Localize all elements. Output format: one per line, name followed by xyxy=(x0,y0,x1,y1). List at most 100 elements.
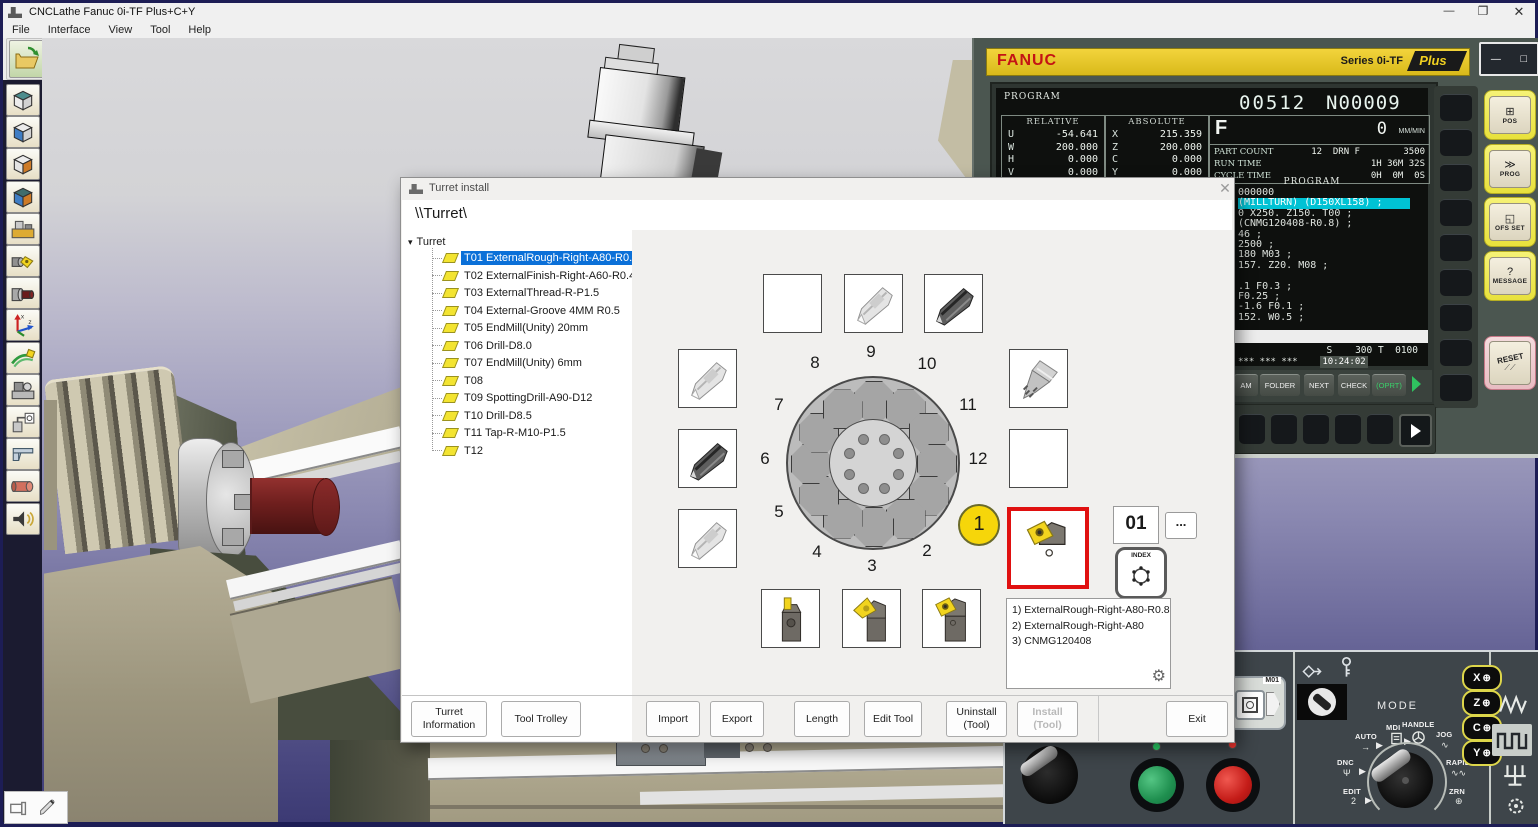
reset-key[interactable]: RESET⟋⟋ xyxy=(1484,336,1536,390)
tree-collapse-icon[interactable]: ▾ xyxy=(408,237,413,248)
panel-maximize-icon[interactable]: □ xyxy=(1521,53,1528,65)
panel-key[interactable] xyxy=(1440,164,1472,191)
tool-slot-10[interactable] xyxy=(924,274,983,333)
tool-slot-9[interactable] xyxy=(844,274,903,333)
menu-interface[interactable]: Interface xyxy=(39,23,100,37)
tool-slot-6[interactable] xyxy=(678,429,737,488)
square-wave-key[interactable] xyxy=(1492,724,1532,756)
button-import[interactable]: Import xyxy=(646,701,700,737)
browse-button[interactable]: ... xyxy=(1165,512,1197,539)
tool-slot-5[interactable] xyxy=(678,509,737,568)
fkey-ofs-set[interactable]: ◱OFS SET xyxy=(1484,197,1536,247)
mode-dial[interactable] xyxy=(1377,752,1433,808)
mode-jog[interactable]: JOG xyxy=(1436,730,1452,739)
sidebar-machine-view[interactable] xyxy=(6,213,40,245)
tree-item[interactable]: T09 SpottingDrill-A90-D12 xyxy=(432,390,595,406)
button-length[interactable]: Length xyxy=(794,701,850,737)
axis-key-x[interactable]: X⊕ xyxy=(1462,665,1502,691)
button-edit-tool[interactable]: Edit Tool xyxy=(864,701,922,737)
fkey-message[interactable]: ?MESSAGE xyxy=(1484,251,1536,301)
softkey-oprt[interactable]: (OPRT) xyxy=(1372,374,1406,396)
sidebar-chuck-workpiece-view[interactable] xyxy=(6,277,40,309)
tool-slot-4[interactable] xyxy=(761,589,820,648)
button-turret-information[interactable]: Turret Information xyxy=(411,701,487,737)
maximize-button[interactable]: ❐ xyxy=(1469,4,1497,19)
sidebar-workpiece-cylinder[interactable] xyxy=(6,470,40,502)
softkey-check[interactable]: CHECK xyxy=(1338,374,1370,396)
mdi-key[interactable] xyxy=(1271,414,1297,444)
tree-item[interactable]: T08 xyxy=(432,373,486,389)
cycle-start-button[interactable] xyxy=(1130,758,1184,812)
sidebar-machine-turret-view[interactable] xyxy=(6,374,40,406)
panel-key[interactable] xyxy=(1440,339,1472,366)
dialog-close-icon[interactable]: ✕ xyxy=(1215,180,1235,198)
tree-item[interactable]: T05 EndMill(Unity) 20mm xyxy=(432,320,591,336)
sidebar-measure-caliper[interactable] xyxy=(6,438,40,470)
m01-optional-stop[interactable]: M01 xyxy=(1228,676,1286,730)
mdi-key[interactable] xyxy=(1367,414,1393,444)
menu-tool[interactable]: Tool xyxy=(141,23,179,37)
sidebar-view-cube-solid[interactable] xyxy=(6,181,40,213)
thread-feed-icon[interactable] xyxy=(1498,692,1528,716)
workpiece-outline-icon[interactable] xyxy=(5,795,33,821)
sidebar-view-cube-top[interactable] xyxy=(6,84,40,116)
panel-key[interactable] xyxy=(1440,234,1472,261)
mdi-key[interactable] xyxy=(1239,414,1265,444)
sidebar-tool-hand[interactable] xyxy=(6,342,40,374)
mdi-key[interactable] xyxy=(1303,414,1329,444)
tool-slot-11[interactable] xyxy=(1009,349,1068,408)
mdi-key[interactable] xyxy=(1335,414,1361,444)
tree-item[interactable]: T01 ExternalRough-Right-A80-R0.8 xyxy=(432,250,641,266)
fkey-prog[interactable]: ≫PROG xyxy=(1484,144,1536,194)
program-protect-keyswitch[interactable] xyxy=(1297,684,1347,720)
panel-key[interactable] xyxy=(1440,269,1472,296)
m01-key[interactable] xyxy=(1235,690,1265,720)
tree-item[interactable]: T07 EndMill(Unity) 6mm xyxy=(432,355,585,371)
tree-item[interactable]: T02 ExternalFinish-Right-A60-R0.4 xyxy=(432,268,638,284)
tree-item[interactable]: T10 Drill-D8.5 xyxy=(432,408,535,424)
menu-help[interactable]: Help xyxy=(179,23,220,37)
softkey-next-icon[interactable] xyxy=(1412,376,1421,392)
panel-key[interactable] xyxy=(1440,304,1472,331)
menu-file[interactable]: File xyxy=(3,23,39,37)
tree-item[interactable]: T06 Drill-D8.0 xyxy=(432,338,535,354)
mode-auto[interactable]: AUTO xyxy=(1355,732,1377,741)
sidebar-insert-chuck-view[interactable] xyxy=(6,245,40,277)
sidebar-sound-toggle[interactable] xyxy=(6,503,40,535)
tree-root[interactable]: ▾Turret xyxy=(408,234,445,250)
button-install-tool-[interactable]: Install (Tool) xyxy=(1017,701,1078,737)
panel-key[interactable] xyxy=(1440,374,1472,401)
sidebar-view-cube-side[interactable] xyxy=(6,148,40,180)
play-key[interactable] xyxy=(1399,414,1432,447)
mode-mdi[interactable]: MDI xyxy=(1386,723,1400,732)
tool-pen-icon[interactable] xyxy=(33,795,61,821)
panel-key[interactable] xyxy=(1440,94,1472,121)
tool-slot-3[interactable] xyxy=(842,589,901,648)
button-uninstall-tool-[interactable]: Uninstall (Tool) xyxy=(946,701,1007,737)
softkey-next[interactable]: NEXT xyxy=(1304,374,1334,396)
feed-hold-button[interactable] xyxy=(1206,758,1260,812)
tool-slot-7[interactable] xyxy=(678,349,737,408)
button-export[interactable]: Export xyxy=(710,701,764,737)
mode-zrn[interactable]: ZRN xyxy=(1449,787,1465,796)
tool-slot-8[interactable] xyxy=(763,274,822,333)
tool-slot-2[interactable] xyxy=(922,589,981,648)
minimize-button[interactable]: — xyxy=(1435,5,1463,20)
sidebar-coordinate-axes[interactable]: xz xyxy=(6,309,40,341)
station-number-box[interactable]: 01 xyxy=(1113,506,1159,544)
settings-gear-icon[interactable]: ⚙ xyxy=(1152,666,1166,686)
button-exit[interactable]: Exit xyxy=(1166,701,1228,737)
tree-item[interactable]: T03 ExternalThread-R-P1.5 xyxy=(432,285,602,301)
index-button[interactable]: INDEX xyxy=(1115,547,1167,599)
mode-dnc[interactable]: DNC xyxy=(1337,758,1354,767)
close-button[interactable]: ✕ xyxy=(1505,4,1533,19)
gear-icon[interactable] xyxy=(1503,794,1529,818)
axis-key-z[interactable]: Z⊕ xyxy=(1462,690,1502,716)
tree-item[interactable]: T04 External-Groove 4MM R0.5 xyxy=(432,303,623,319)
panel-key[interactable] xyxy=(1440,129,1472,156)
mode-edit[interactable]: EDIT xyxy=(1343,787,1361,796)
mode-handle[interactable]: HANDLE xyxy=(1402,720,1434,729)
spindle-table-icon[interactable] xyxy=(1501,762,1529,788)
sidebar-view-cube-front[interactable] xyxy=(6,116,40,148)
tool-slot-1-selected[interactable]: rect x="17" y="21" width="21" height="26… xyxy=(1007,507,1089,589)
